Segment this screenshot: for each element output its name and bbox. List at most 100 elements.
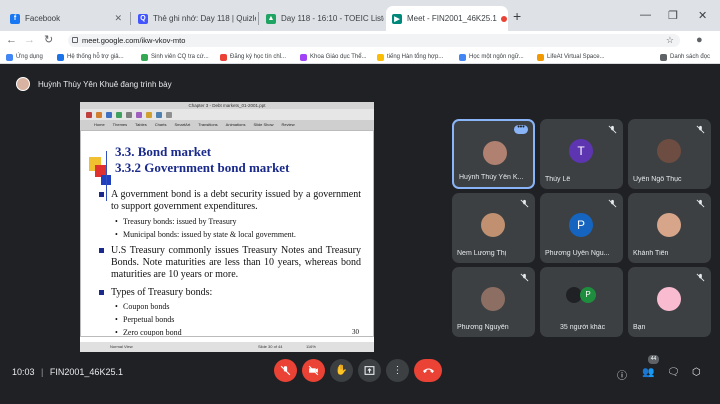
minimize-icon[interactable]: — — [640, 9, 651, 21]
participant-tile[interactable]: ••• Huỳnh Thùy Yên K... — [452, 119, 535, 189]
participant-tile[interactable]: Uyên Ngô Thục — [628, 119, 711, 189]
bookmark-favicon-icon — [57, 53, 64, 61]
participant-tile[interactable]: Nem Lương Thị — [452, 193, 535, 263]
ribbon-tab: SmartArt — [174, 122, 191, 127]
bookmark-favicon-icon — [377, 53, 384, 61]
mic-off-icon — [696, 199, 705, 208]
mic-off-icon — [608, 199, 617, 208]
toolbar-icon — [136, 112, 142, 118]
people-icon[interactable]: 👥 — [642, 367, 654, 378]
bookmark-apps[interactable]: Ứng dụng — [6, 51, 43, 63]
url-input[interactable]: meet.google.com/ikw-vkov-mto ☆ — [68, 34, 680, 47]
participant-avatar — [657, 287, 681, 311]
forward-icon[interactable]: → — [24, 34, 35, 47]
slide-canvas: 3.3. Bond market 3.3.2 Government bond m… — [80, 130, 374, 337]
participant-tile[interactable]: T Thùy Lê — [540, 119, 623, 189]
reading-list[interactable]: Danh sách đọc — [660, 51, 710, 63]
bookmark-item[interactable]: Hệ thống hỗ trợ giả... — [57, 51, 124, 63]
slide-bullet: A government bond is a debt security iss… — [99, 189, 361, 212]
bookmark-item[interactable]: Đăng ký học tín chỉ... — [220, 51, 286, 63]
more-options-icon[interactable]: ••• — [514, 124, 528, 134]
close-tab-icon[interactable]: ✕ — [507, 13, 508, 24]
tab-quizlet[interactable]: Q Thẻ ghi nhớ: Day 118 | Quizlet ✕ — [132, 6, 256, 31]
bookmark-item[interactable]: LifeAt Virtual Space... — [537, 51, 605, 63]
close-window-icon[interactable]: ✕ — [698, 9, 707, 22]
ribbon-tab: Themes — [112, 122, 128, 127]
mic-off-icon — [280, 365, 291, 376]
mic-off-icon — [520, 199, 529, 208]
info-icon[interactable]: ⓘ — [617, 367, 627, 382]
participant-avatar: P — [580, 287, 596, 303]
ribbon-tab: Review — [281, 122, 295, 127]
hangup-icon — [422, 368, 434, 373]
mic-off-icon — [520, 273, 529, 282]
toolbar-icon — [166, 112, 172, 118]
meeting-controls-bar: 10:03 | FIN2001_46K25.1 ✋ ⋮ ⓘ 👥 🗨 ⬡ — [0, 356, 720, 388]
close-tab-icon[interactable]: ✕ — [110, 13, 122, 24]
bookmark-item[interactable]: Khoa Giáo dục Thể... — [300, 51, 367, 63]
maximize-icon[interactable]: ❐ — [668, 9, 678, 22]
ribbon-tab: Transitions — [198, 122, 218, 127]
tab-meet[interactable]: ▶ Meet - FIN2001_46K25.1 ✕ — [386, 6, 508, 31]
meet-icon: ▶ — [392, 13, 402, 24]
hand-icon: ✋ — [335, 365, 348, 376]
ribbon-tab: Home — [94, 122, 105, 127]
bookmark-favicon-icon — [300, 53, 307, 61]
participant-avatar — [657, 139, 681, 163]
camera-off-icon — [308, 365, 319, 376]
apps-grid-icon — [6, 53, 13, 61]
toolbar-icon — [156, 112, 162, 118]
chat-icon[interactable]: 🗨 — [667, 367, 680, 378]
tab-facebook[interactable]: f Facebook ✕ — [4, 6, 128, 31]
participant-avatar — [483, 141, 507, 165]
slide-heading: 3.3. Bond market — [115, 144, 212, 159]
activities-icon[interactable]: ⬡ — [692, 367, 701, 378]
mic-off-icon — [608, 125, 617, 134]
bookmark-item[interactable]: tiếng Hàn tổng hợp... — [377, 51, 443, 63]
leave-call-button[interactable] — [414, 359, 442, 382]
participant-tile[interactable]: Khánh Tiên — [628, 193, 711, 263]
tab-divider — [130, 12, 131, 25]
participant-avatar: P — [569, 213, 593, 237]
toolbar-icon — [126, 112, 132, 118]
tab-drive[interactable]: ▲ Day 118 - 16:10 - TOEIC Listening ✕ — [260, 6, 384, 31]
slide-page-number: 30 — [352, 328, 359, 336]
ribbon-tab: Animations — [225, 122, 246, 127]
more-vert-icon: ⋮ — [392, 364, 403, 376]
mic-toggle-button[interactable] — [274, 359, 297, 382]
bookmark-item[interactable]: Học một ngôn ngữ... — [459, 51, 524, 63]
toolbar-icon — [96, 112, 102, 118]
participant-tile[interactable]: Phương Nguyễn — [452, 267, 535, 337]
tab-divider — [258, 12, 259, 25]
back-icon[interactable]: ← — [6, 34, 17, 47]
reload-icon[interactable]: ↻ — [44, 34, 53, 47]
self-tile[interactable]: Bạn — [628, 267, 711, 337]
ribbon-tab: Slide Show — [253, 122, 274, 127]
more-options-button[interactable]: ⋮ — [386, 359, 409, 382]
browser-tab-bar: f Facebook ✕ Q Thẻ ghi nhớ: Day 118 | Qu… — [0, 0, 720, 31]
participant-avatar: T — [569, 139, 593, 163]
toolbar-icon — [86, 112, 92, 118]
ribbon-tab: Charts — [154, 122, 167, 127]
present-button[interactable] — [358, 359, 381, 382]
slide-subbullet: Treasury bonds: issued by Treasury — [115, 217, 236, 227]
people-count-badge: 44 — [648, 355, 659, 364]
ppt-ribbon: Home Themes Tables Charts SmartArt Trans… — [80, 120, 374, 130]
bookmark-item[interactable]: Sinh viên CQ tra cứ... — [141, 51, 209, 63]
bookmark-favicon-icon — [537, 53, 544, 61]
ppt-window-title: Chapter 3 - Debt markets_01-2001.ppt — [80, 102, 374, 109]
slide-subheading: 3.3.2 Government bond market — [115, 160, 290, 175]
new-tab-button[interactable]: + — [513, 9, 521, 23]
slide-bullet: U.S Treasury commonly issues Treasury No… — [99, 245, 361, 280]
camera-toggle-button[interactable] — [302, 359, 325, 382]
presenter-avatar — [16, 77, 30, 91]
others-tile[interactable]: P 35 người khác — [540, 267, 623, 337]
drive-icon: ▲ — [266, 13, 276, 24]
lock-icon — [72, 37, 78, 43]
raise-hand-button[interactable]: ✋ — [330, 359, 353, 382]
present-screen-icon — [364, 366, 375, 375]
profile-icon[interactable]: ● — [696, 34, 703, 47]
bookmark-star-icon[interactable]: ☆ — [666, 34, 674, 47]
participant-tile[interactable]: P Phương Uyên Ngu... — [540, 193, 623, 263]
toolbar-icon — [146, 112, 152, 118]
